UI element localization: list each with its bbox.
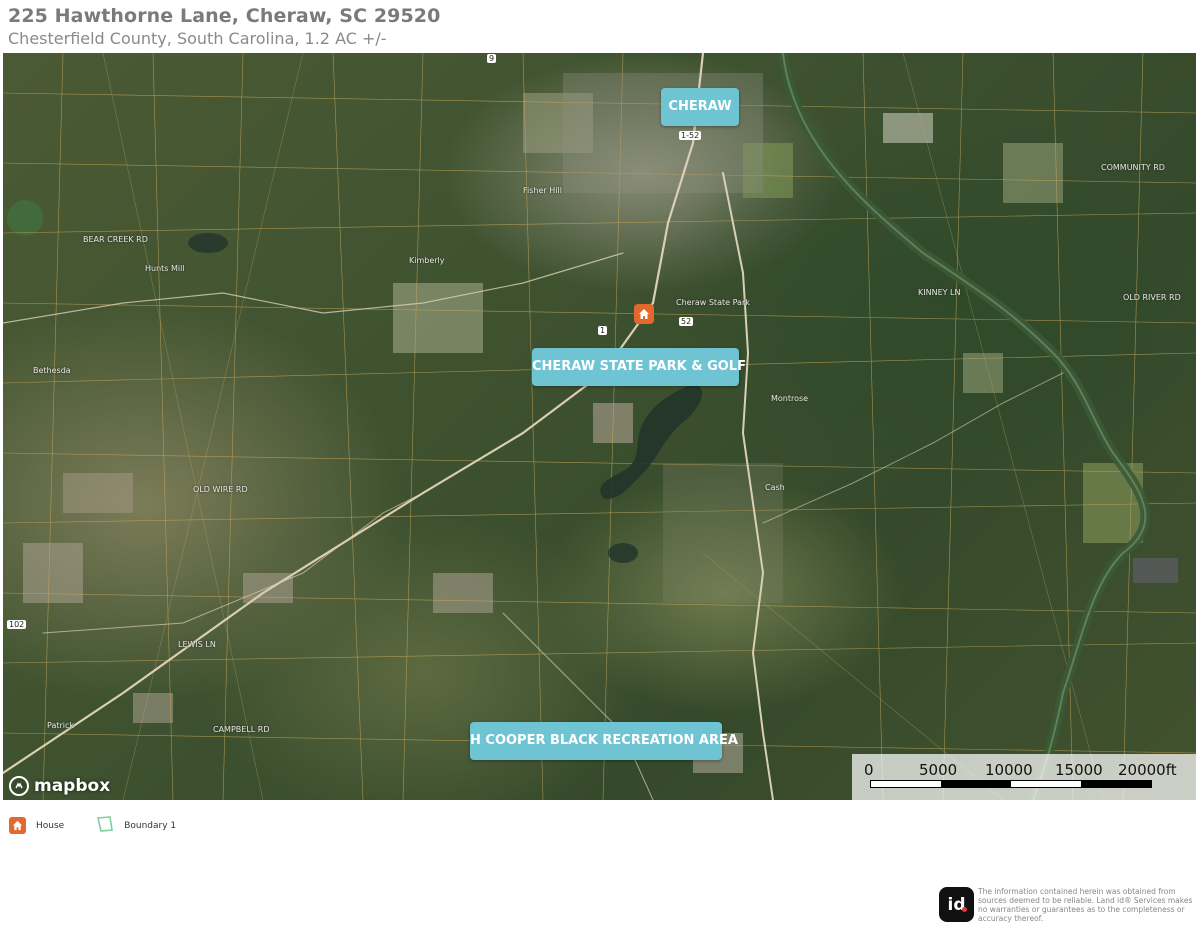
scale-label-15000: 15000 — [1055, 761, 1103, 779]
map-terrain — [3, 53, 1196, 800]
satellite-map[interactable]: Kimberly Hunts Mill Fisher Hill Bethesda… — [3, 53, 1196, 800]
route-shield-1-52: 1-52 — [679, 131, 702, 140]
legend-item-house: House — [9, 817, 64, 834]
route-shield-9: 9 — [487, 54, 497, 63]
disclaimer-text: The information contained herein was obt… — [978, 887, 1193, 923]
house-icon — [9, 817, 26, 834]
house-icon — [639, 309, 649, 319]
boundary-icon — [96, 815, 114, 836]
scale-bar-box: 0 5000 10000 15000 20000ft — [852, 754, 1196, 800]
land-id-logo-dot — [962, 907, 967, 912]
land-id-logo: id — [939, 887, 974, 922]
map-legend: House Boundary 1 — [9, 815, 208, 836]
place-label-state-park: Cheraw State Park — [676, 298, 750, 307]
place-label-patrick: Patrick — [47, 721, 75, 730]
scale-label-0: 0 — [864, 761, 874, 779]
property-title: 225 Hawthorne Lane, Cheraw, SC 29520 — [8, 5, 441, 27]
place-label-cash: Cash — [765, 483, 785, 492]
scale-labels: 0 5000 10000 15000 20000ft — [862, 761, 1192, 779]
road-label-lewis: LEWIS LN — [178, 640, 216, 649]
house-pin[interactable] — [634, 304, 654, 324]
place-label-fisher-hill: Fisher Hill — [523, 186, 562, 195]
scale-bar — [870, 780, 1152, 788]
footer: id The information contained herein was … — [939, 887, 1193, 923]
mapbox-attribution[interactable]: mapbox — [9, 776, 110, 796]
route-shield-52: 52 — [679, 317, 694, 326]
road-label-old-river: OLD RIVER RD — [1123, 293, 1181, 302]
legend-label-boundary: Boundary 1 — [124, 820, 177, 831]
road-label-old-wire: OLD WIRE RD — [193, 485, 248, 494]
legend-item-boundary: Boundary 1 — [96, 815, 176, 836]
legend-label-house: House — [36, 820, 65, 831]
place-label-hunts-mill: Hunts Mill — [145, 264, 185, 273]
place-label-montrose: Montrose — [771, 394, 809, 403]
place-label-kimberly: Kimberly — [409, 256, 445, 265]
road-label-campbell: CAMPBELL RD — [213, 725, 270, 734]
scale-label-10000: 10000 — [985, 761, 1033, 779]
callout-cheraw-state-park[interactable]: CHERAW STATE PARK & GOLF — [532, 348, 746, 386]
road-label-community: COMMUNITY RD — [1101, 163, 1165, 172]
mapbox-logo-icon — [9, 776, 29, 796]
route-shield-1: 1 — [598, 326, 608, 335]
scale-label-20000ft: 20000ft — [1118, 761, 1177, 779]
callout-h-cooper-black[interactable]: H COOPER BLACK RECREATION AREA — [470, 722, 738, 760]
road-label-bear-creek: BEAR CREEK RD — [83, 235, 148, 244]
place-label-bethesda: Bethesda — [33, 366, 71, 375]
property-subtitle: Chesterfield County, South Carolina, 1.2… — [8, 29, 387, 48]
route-shield-102: 102 — [7, 620, 27, 629]
callout-cheraw[interactable]: CHERAW — [661, 88, 739, 126]
header: 225 Hawthorne Lane, Cheraw, SC 29520 Che… — [8, 4, 440, 50]
road-label-kinney: KINNEY LN — [918, 288, 961, 297]
scale-label-5000: 5000 — [919, 761, 958, 779]
mapbox-logo-text: mapbox — [34, 776, 111, 796]
